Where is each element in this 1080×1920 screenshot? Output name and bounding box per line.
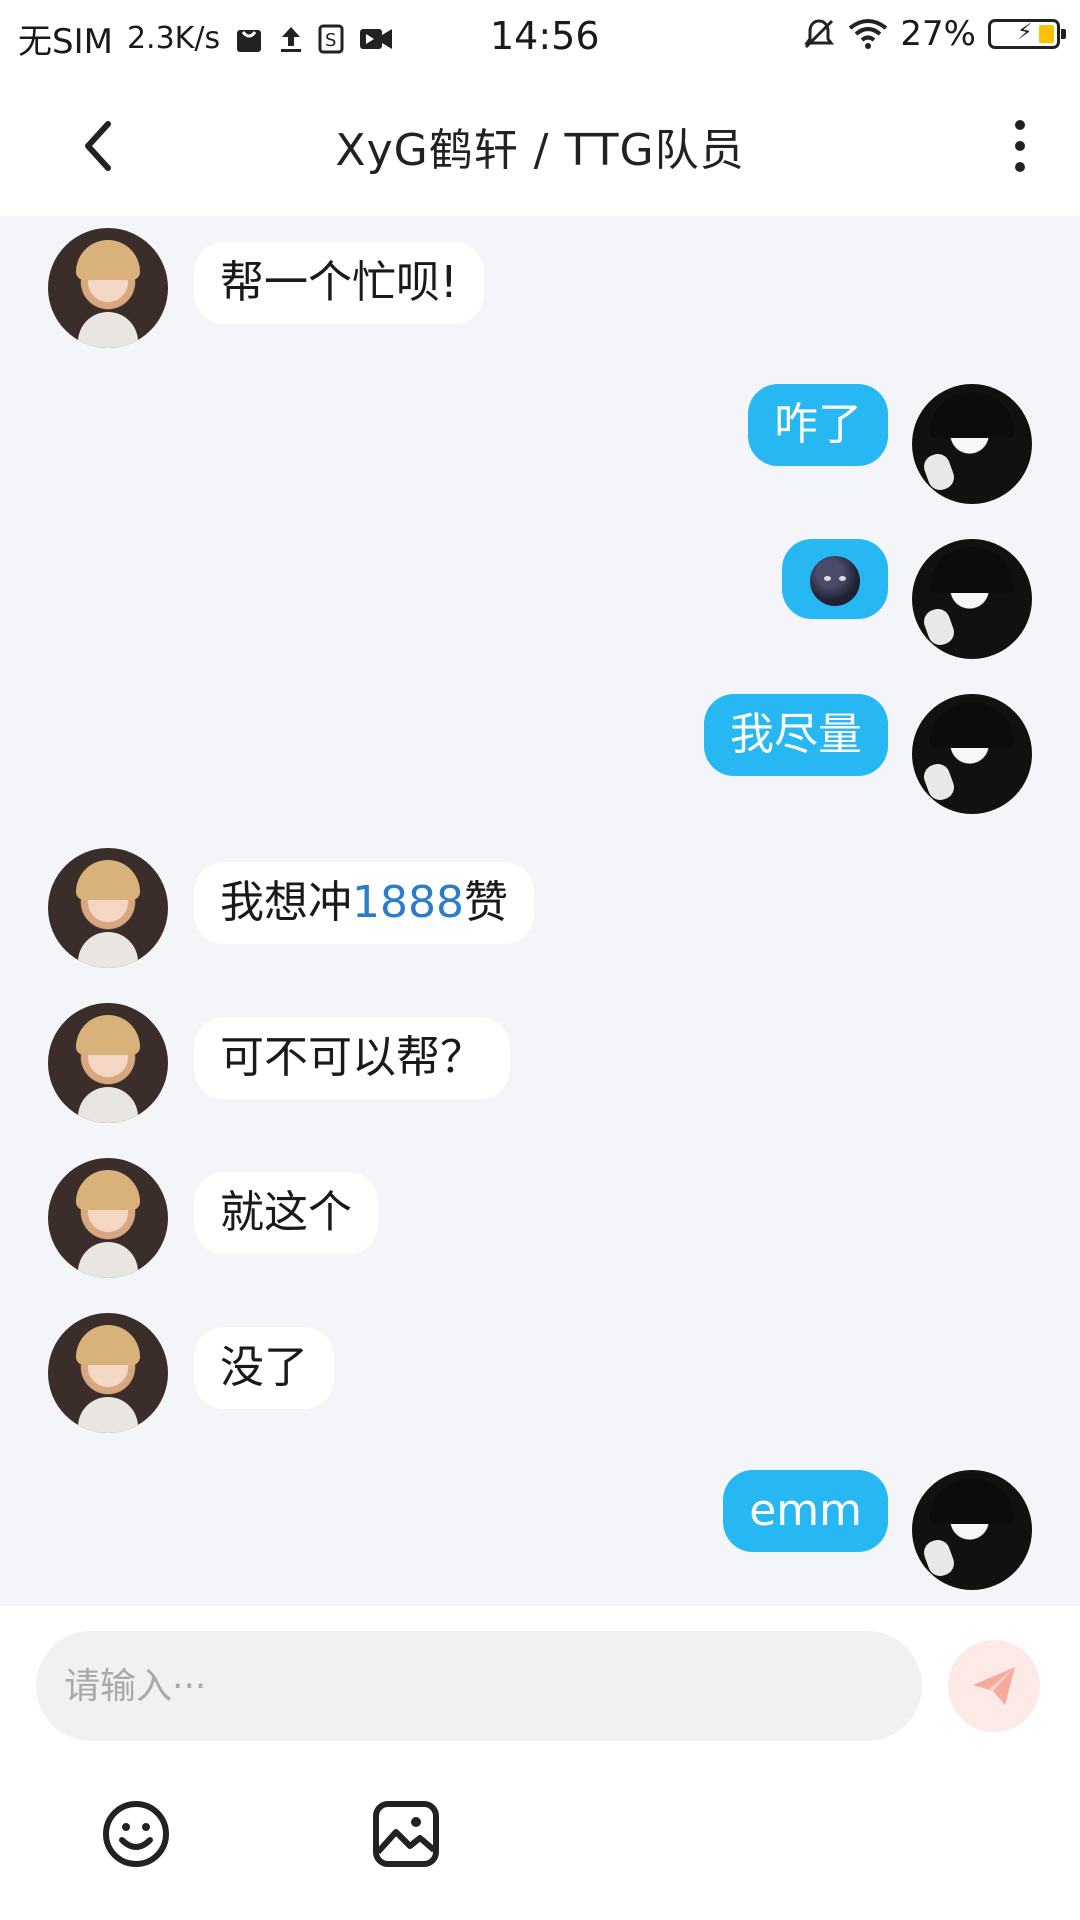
self-avatar[interactable] bbox=[912, 384, 1032, 504]
message-input[interactable] bbox=[36, 1631, 922, 1741]
back-button[interactable] bbox=[70, 116, 130, 176]
clock: 14:56 bbox=[490, 14, 600, 58]
message-bubble[interactable]: 就这个 bbox=[194, 1172, 378, 1254]
more-options-button[interactable] bbox=[1000, 116, 1040, 176]
message-bubble[interactable]: 我想冲1888赞 bbox=[194, 862, 534, 944]
message-incoming: 可不可以帮？ bbox=[48, 1003, 510, 1123]
message-bubble[interactable]: 可不可以帮？ bbox=[194, 1017, 510, 1099]
chevron-left-icon bbox=[85, 121, 111, 171]
message-incoming: 就这个 bbox=[48, 1158, 378, 1278]
wifi-icon bbox=[848, 18, 888, 50]
upload-icon bbox=[278, 24, 304, 54]
emoji-button[interactable] bbox=[96, 1794, 176, 1874]
message-bubble[interactable]: 我尽量 bbox=[704, 694, 888, 776]
network-speed: 2.3K/s bbox=[126, 21, 221, 56]
message-outgoing bbox=[782, 539, 1032, 659]
page-title: XyG鹤轩 / TTG队员 bbox=[335, 125, 745, 176]
self-avatar[interactable] bbox=[912, 539, 1032, 659]
message-text: 我想冲 bbox=[220, 877, 352, 928]
composer bbox=[0, 1606, 1080, 1920]
battery-percent: 27% bbox=[900, 14, 976, 54]
smiley-icon bbox=[103, 1801, 169, 1867]
status-right: 27% ⚡ bbox=[802, 14, 1066, 54]
number-link[interactable]: 1888 bbox=[352, 877, 464, 928]
mute-bell-icon bbox=[802, 17, 836, 51]
image-icon bbox=[373, 1801, 439, 1867]
shopping-bag-icon bbox=[234, 24, 264, 54]
more-vertical-icon-dot bbox=[1015, 141, 1025, 151]
message-incoming: 帮一个忙呗! bbox=[48, 228, 484, 348]
send-button[interactable] bbox=[948, 1640, 1040, 1732]
message-outgoing: 我尽量 bbox=[704, 694, 1032, 814]
chat-header: XyG鹤轩 / TTG队员 bbox=[0, 76, 1080, 216]
status-left: 无SIM 2.3K/s S bbox=[18, 14, 394, 63]
message-bubble[interactable]: emm bbox=[723, 1470, 888, 1552]
message-text: 赞 bbox=[463, 877, 508, 928]
new-moon-face-emoji bbox=[810, 556, 860, 606]
status-bar: 无SIM 2.3K/s S 14:56 27% ⚡ bbox=[0, 0, 1080, 76]
sim-s-icon: S bbox=[318, 24, 344, 54]
more-vertical-icon-dot bbox=[1015, 162, 1025, 172]
contact-avatar[interactable] bbox=[48, 848, 168, 968]
self-avatar[interactable] bbox=[912, 1470, 1032, 1590]
message-bubble[interactable]: 帮一个忙呗! bbox=[194, 242, 484, 324]
message-list[interactable]: 帮一个忙呗! 咋了 我尽量 我想冲1888赞 可不可以帮？ 就这个 没了 emm bbox=[0, 216, 1080, 1606]
paper-plane-icon bbox=[973, 1667, 1015, 1705]
message-outgoing: emm bbox=[723, 1470, 1032, 1590]
more-vertical-icon-dot bbox=[1015, 120, 1025, 130]
contact-avatar[interactable] bbox=[48, 228, 168, 348]
message-bubble[interactable]: 咋了 bbox=[748, 384, 888, 466]
self-avatar[interactable] bbox=[912, 694, 1032, 814]
chat-screen: 无SIM 2.3K/s S 14:56 27% ⚡ XyG鹤轩 / TTG队员 … bbox=[0, 0, 1080, 1920]
image-button[interactable] bbox=[366, 1794, 446, 1874]
battery-charging-icon: ⚡ bbox=[988, 19, 1066, 49]
message-bubble[interactable] bbox=[782, 539, 888, 619]
video-icon bbox=[358, 24, 394, 54]
contact-avatar[interactable] bbox=[48, 1313, 168, 1433]
message-incoming: 没了 bbox=[48, 1313, 334, 1433]
contact-avatar[interactable] bbox=[48, 1003, 168, 1123]
carrier-text: 无SIM bbox=[18, 22, 113, 62]
message-incoming: 我想冲1888赞 bbox=[48, 848, 534, 968]
contact-avatar[interactable] bbox=[48, 1158, 168, 1278]
message-outgoing: 咋了 bbox=[748, 384, 1032, 504]
svg-text:S: S bbox=[325, 30, 336, 51]
message-bubble[interactable]: 没了 bbox=[194, 1327, 334, 1409]
